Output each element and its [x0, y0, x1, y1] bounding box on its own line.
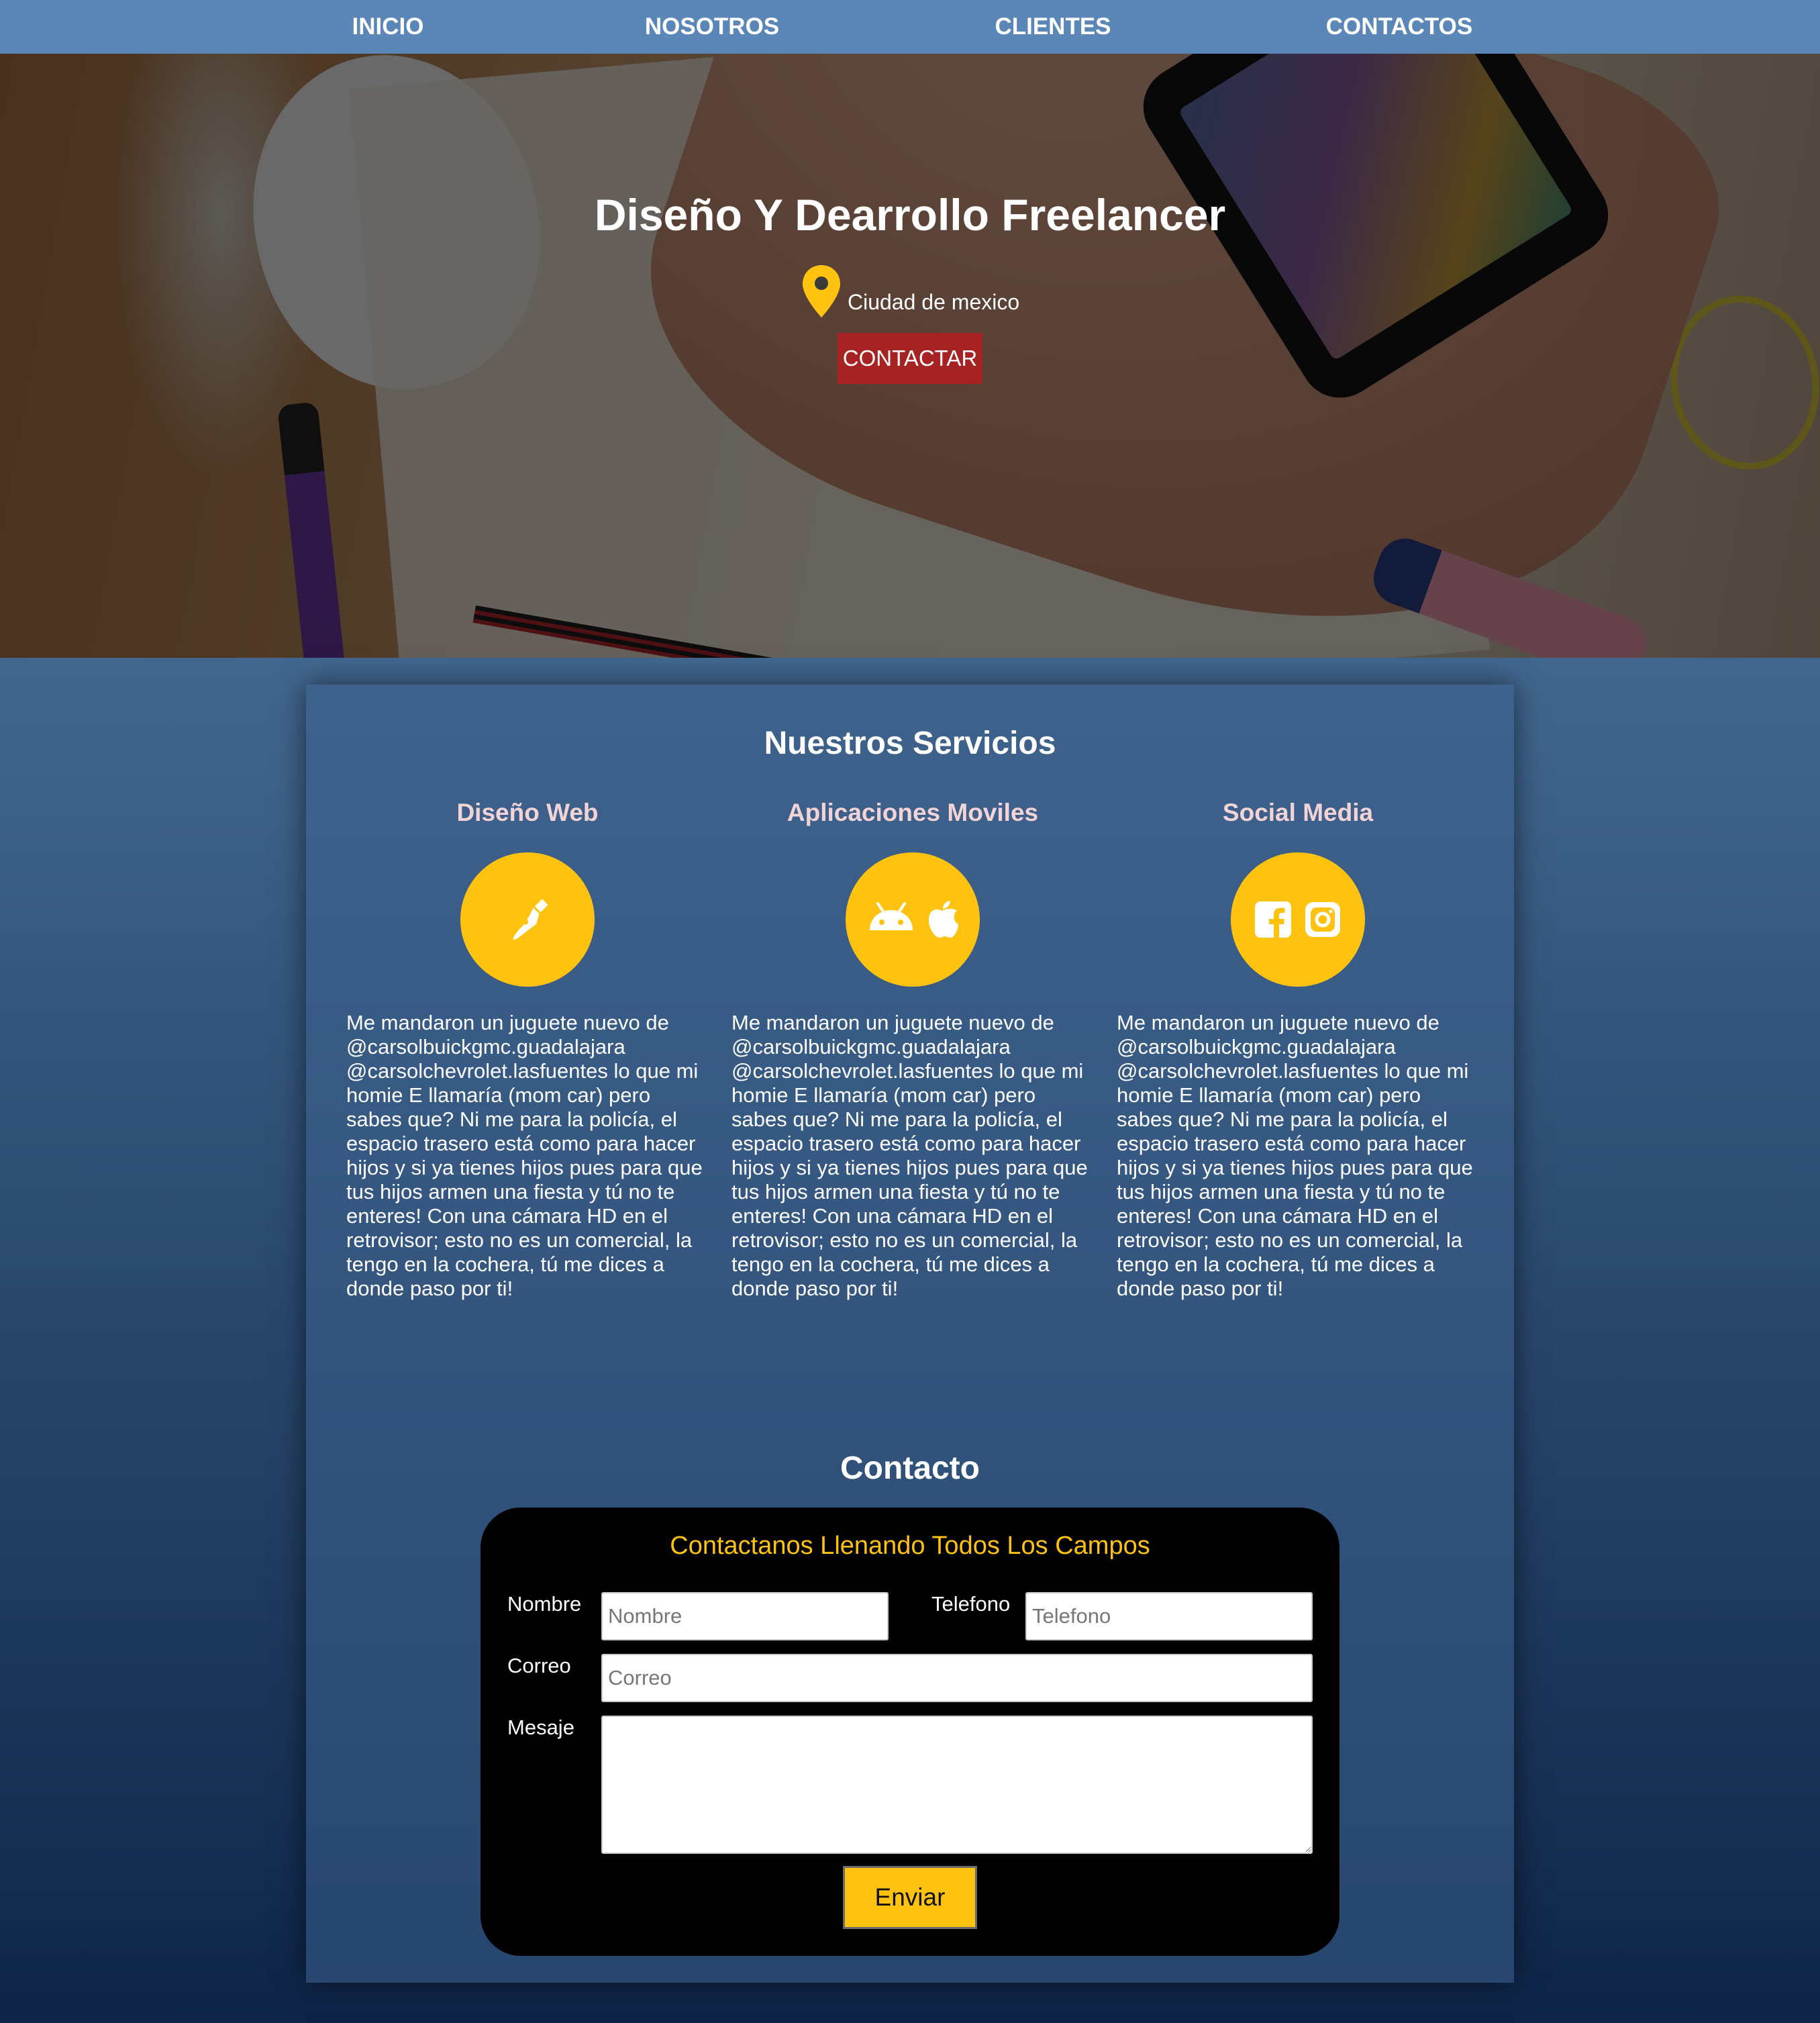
contact-form: Contactanos Llenando Todos Los Campos No… [481, 1508, 1339, 1956]
nav-nosotros[interactable]: NOSOTROS [645, 0, 779, 54]
nav-inicio[interactable]: INICIO [352, 0, 424, 54]
service-social-media: Social Media Me mandaron un juguete nuev… [1117, 799, 1479, 1301]
correo-input[interactable] [601, 1654, 1313, 1702]
instagram-icon [1305, 902, 1340, 937]
service-aplicaciones-moviles: Aplicaciones Moviles Me mandaron un jugu… [731, 799, 1094, 1301]
telefono-label: Telefono [931, 1592, 1011, 1616]
service-title: Diseño Web [456, 799, 599, 826]
mensaje-textarea[interactable] [601, 1716, 1313, 1854]
nav-clientes[interactable]: CLIENTES [995, 0, 1111, 54]
service-title: Social Media [1222, 799, 1374, 826]
service-text: Me mandaron un juguete nuevo de @carsolb… [731, 1011, 1088, 1300]
service-text: Me mandaron un juguete nuevo de @carsolb… [1117, 1011, 1473, 1300]
service-icon-circle [846, 852, 980, 987]
service-text: Me mandaron un juguete nuevo de @carsolb… [346, 1011, 703, 1300]
top-nav: INICIO NOSOTROS CLIENTES CONTACTOS [0, 0, 1820, 54]
pen-nib-icon [511, 899, 548, 940]
service-icon-circle [460, 852, 595, 987]
hero-title: Diseño Y Dearrollo Freelancer [594, 190, 1226, 240]
main-card: Nuestros Servicios Diseño Web Me mandaro… [306, 685, 1514, 1983]
nav-contactos[interactable]: CONTACTOS [1326, 0, 1472, 54]
services-title: Nuestros Servicios [764, 726, 1056, 761]
telefono-input[interactable] [1025, 1592, 1313, 1640]
service-icon-circle [1231, 852, 1365, 987]
nombre-label: Nombre [507, 1592, 582, 1616]
enviar-button[interactable]: Enviar [843, 1866, 977, 1929]
apple-icon [929, 901, 958, 938]
map-pin-icon [803, 265, 840, 317]
mensaje-label: Mesaje [507, 1716, 574, 1739]
contactar-button[interactable]: CONTACTAR [838, 333, 982, 384]
facebook-icon [1255, 901, 1291, 938]
android-icon [870, 902, 913, 930]
service-title: Aplicaciones Moviles [787, 799, 1039, 826]
nombre-input[interactable] [601, 1592, 889, 1640]
hero-location: Ciudad de mexico [801, 258, 1019, 319]
correo-label: Correo [507, 1654, 571, 1677]
contact-title: Contacto [840, 1450, 980, 1486]
hero-location-text: Ciudad de mexico [848, 290, 1020, 314]
hero-section: Diseño Y Dearrollo Freelancer Ciudad de … [0, 54, 1820, 658]
form-heading: Contactanos Llenando Todos Los Campos [670, 1532, 1150, 1560]
service-diseno-web: Diseño Web Me mandaron un juguete nuevo … [346, 799, 709, 1301]
